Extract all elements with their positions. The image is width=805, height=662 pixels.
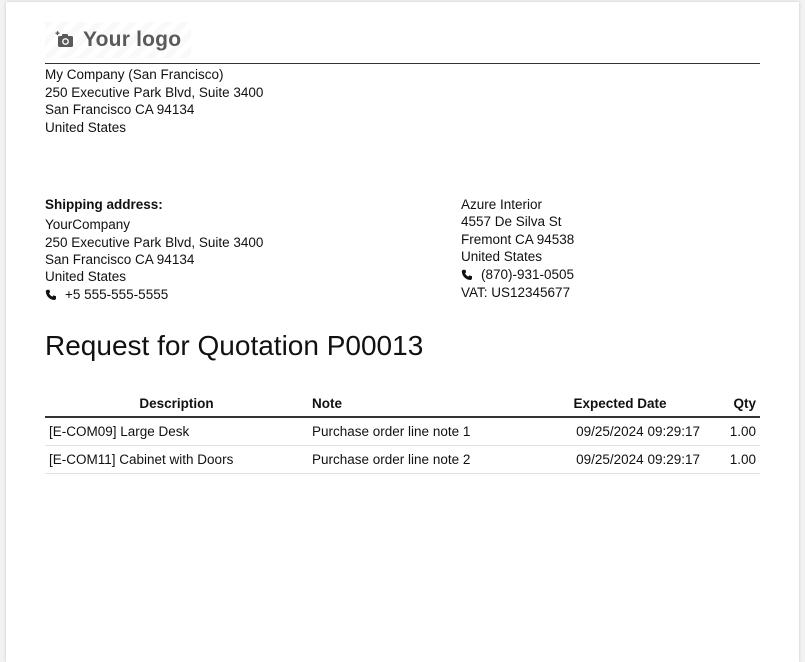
company-address-line: 250 Executive Park Blvd, Suite 3400 (45, 84, 264, 100)
cell-note: Purchase order line note 2 (308, 445, 536, 474)
phone-icon (461, 269, 472, 280)
shipping-address-line: 250 Executive Park Blvd, Suite 3400 (45, 234, 264, 250)
vendor-phone: (870)-931-0505 (461, 266, 574, 283)
camera-icon (55, 31, 73, 47)
company-logo: Your logo (45, 22, 191, 58)
table-row: [E-COM11] Cabinet with Doors Purchase or… (45, 445, 760, 474)
vendor-phone-number: (870)-931-0505 (481, 267, 575, 283)
order-lines-table: Description Note Expected Date Qty [E-CO… (45, 391, 760, 474)
vendor-address-line: United States (461, 248, 543, 264)
company-address-line: United States (45, 119, 127, 135)
cell-description: [E-COM09] Large Desk (45, 417, 308, 446)
shipping-address-line: YourCompany (45, 217, 131, 233)
table-header-row: Description Note Expected Date Qty (45, 391, 760, 418)
company-address: My Company (San Francisco) 250 Executive… (45, 66, 263, 136)
cell-description: [E-COM11] Cabinet with Doors (45, 445, 308, 474)
cell-note: Purchase order line note 1 (308, 417, 536, 446)
shipping-address: Shipping address: YourCompany 250 Execut… (45, 196, 263, 304)
vendor-address-line: Azure Interior (461, 197, 543, 212)
shipping-address-line: United States (45, 269, 127, 285)
logo-text: Your logo (83, 28, 182, 51)
column-header-expected-date: Expected Date (536, 391, 704, 418)
cell-expected-date: 09/25/2024 09:29:17 (536, 417, 704, 446)
vendor-vat: VAT: US12345677 (461, 285, 571, 301)
table-row: [E-COM09] Large Desk Purchase order line… (45, 417, 760, 446)
document-title: Request for Quotation P00013 (45, 330, 424, 361)
column-header-description: Description (45, 391, 308, 418)
vendor-address-line: 4557 De Silva St (461, 214, 562, 230)
shipping-address-label: Shipping address: (45, 197, 163, 212)
cell-qty: 1.00 (704, 445, 760, 474)
cell-qty: 1.00 (704, 417, 760, 446)
header-rule (45, 63, 760, 64)
document-page: Your logo My Company (San Francisco) 250… (6, 2, 799, 662)
company-address-line: San Francisco CA 94134 (45, 102, 195, 117)
phone-icon (45, 289, 56, 301)
company-address-line: My Company (San Francisco) (45, 67, 224, 82)
column-header-qty: Qty (704, 391, 760, 418)
shipping-phone-number: +5 555-555-5555 (65, 287, 169, 303)
vendor-address-line: Fremont CA 94538 (461, 231, 575, 247)
shipping-phone: +5 555-555-5555 (45, 286, 263, 303)
column-header-note: Note (308, 391, 536, 418)
vendor-address: Azure Interior 4557 De Silva St Fremont … (461, 196, 574, 302)
shipping-address-line: San Francisco CA 94134 (45, 251, 195, 267)
cell-expected-date: 09/25/2024 09:29:17 (536, 445, 704, 474)
